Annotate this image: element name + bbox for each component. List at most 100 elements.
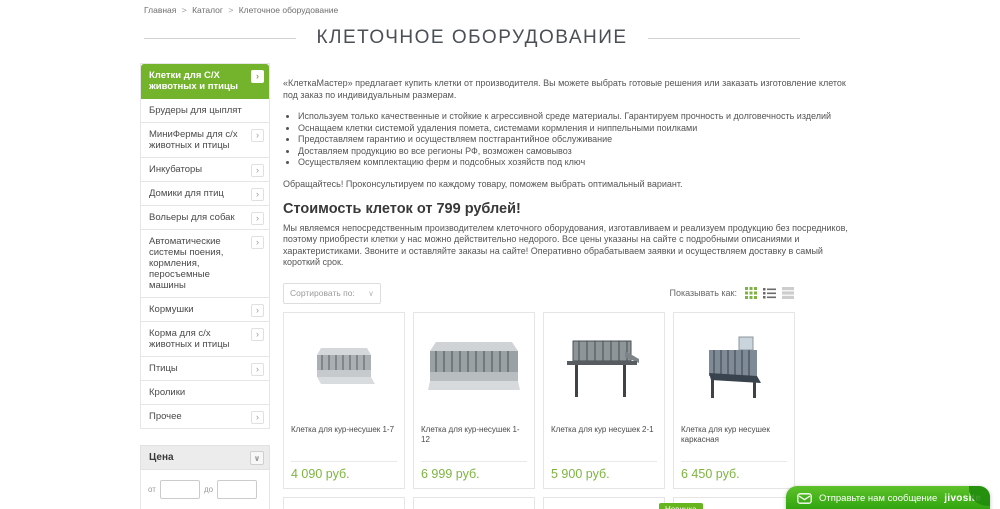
title-decor-line-right — [648, 38, 800, 39]
sidebar-item-dog-enclosures[interactable]: Вольеры для собак › — [141, 206, 269, 230]
sidebar-item-label: Автоматические системы поения, кормления… — [149, 236, 223, 291]
price-to-input[interactable] — [217, 480, 257, 499]
section-heading: Стоимость клеток от 799 рублей! — [283, 201, 848, 217]
feature-list: Используем только качественные и стойкие… — [298, 111, 848, 168]
price-from-label: от — [148, 485, 156, 494]
feature-item: Используем только качественные и стойкие… — [298, 111, 848, 122]
chevron-right-icon[interactable]: › — [251, 236, 264, 249]
product-card[interactable]: Клетка для кур-несушек 1-12 6 999 руб. — [413, 312, 535, 489]
catalog-toolbar: Сортировать по: ∨ Показывать как: — [283, 283, 794, 304]
feature-item: Осуществляем комплектацию ферм и подсобн… — [298, 157, 848, 168]
title-decor-line-left — [144, 38, 296, 39]
table-view-icon[interactable] — [782, 287, 794, 299]
sidebar-item-feed[interactable]: Корма для с/х животных и птицы › — [141, 322, 269, 357]
feature-item: Оснащаем клетки системой удаления помета… — [298, 123, 848, 134]
feature-item: Доставляем продукцию во все регионы РФ, … — [298, 146, 848, 157]
product-card[interactable]: Клетка для кур-несушек 1-7 4 090 руб. — [283, 312, 405, 489]
grid-view-icon[interactable] — [745, 287, 757, 299]
description-paragraph: Мы являемся непосредственным производите… — [283, 223, 848, 269]
sidebar-item-birdhouses[interactable]: Домики для птиц › — [141, 182, 269, 206]
sidebar-item-cages-farm-animals[interactable]: Клетки для С/Х животных и птицы › — [141, 64, 269, 99]
chevron-down-icon: ∨ — [368, 289, 374, 298]
product-card[interactable] — [413, 497, 535, 509]
product-image — [674, 313, 794, 423]
price-filter-header[interactable]: Цена ∨ — [140, 445, 270, 470]
price-to-label: до — [204, 485, 213, 494]
sort-select-label: Сортировать по: — [290, 288, 355, 298]
product-title[interactable]: Клетка для кур несушек 2-1 — [544, 423, 664, 461]
feature-item: Предоставляем гарантию и осуществляем по… — [298, 134, 848, 145]
category-menu: Клетки для С/Х животных и птицы › Брудер… — [140, 63, 270, 429]
product-card[interactable]: Новинка — [673, 497, 795, 509]
chevron-right-icon[interactable]: › — [251, 363, 264, 376]
view-switcher: Показывать как: — [670, 287, 795, 299]
product-card[interactable]: Клетка для кур несушек каркасная 6 450 р… — [673, 312, 795, 489]
list-view-icon[interactable] — [763, 287, 776, 299]
sidebar-item-feeders[interactable]: Кормушки › — [141, 298, 269, 322]
sidebar-item-label: Корма для с/х животных и птицы — [149, 328, 230, 350]
envelope-icon — [797, 493, 812, 504]
sidebar: Клетки для С/Х животных и птицы › Брудер… — [140, 63, 270, 509]
breadcrumb-separator: > — [182, 5, 187, 15]
product-grid: Клетка для кур-несушек 1-7 4 090 руб. Кл… — [283, 312, 797, 489]
price-filter-body: от до — [140, 470, 270, 509]
sidebar-item-label: Птицы — [149, 363, 178, 374]
sidebar-item-automatic-systems[interactable]: Автоматические системы поения, кормления… — [141, 230, 269, 298]
sidebar-item-brooders[interactable]: Брудеры для цыплят — [141, 99, 269, 123]
product-title[interactable]: Клетка для кур-несушек 1-12 — [414, 423, 534, 461]
sort-select[interactable]: Сортировать по: ∨ — [283, 283, 381, 304]
chevron-right-icon[interactable]: › — [251, 70, 264, 83]
price-from-input[interactable] — [160, 480, 200, 499]
sidebar-item-minifarms[interactable]: МиниФермы для с/х животных и птицы › — [141, 123, 269, 158]
product-price: 6 450 руб. — [674, 462, 794, 488]
breadcrumb-current: Клеточное оборудование — [239, 5, 339, 15]
chevron-right-icon[interactable]: › — [251, 304, 264, 317]
product-grid-row2: Новинка — [283, 497, 797, 509]
chat-message: Отправьте нам сообщение — [819, 493, 937, 504]
sidebar-item-label: МиниФермы для с/х животных и птицы — [149, 129, 238, 151]
product-price: 6 999 руб. — [414, 462, 534, 488]
price-filter: Цена ∨ от до — [140, 445, 270, 509]
product-title[interactable]: Клетка для кур несушек каркасная — [674, 423, 794, 461]
sidebar-item-label: Кормушки — [149, 304, 194, 315]
chevron-right-icon[interactable]: › — [251, 164, 264, 177]
chevron-right-icon[interactable]: › — [251, 212, 264, 225]
sidebar-item-label: Кролики — [149, 387, 185, 398]
view-switcher-label: Показывать как: — [670, 288, 738, 298]
chevron-right-icon[interactable]: › — [251, 129, 264, 142]
page-title-row: КЛЕТОЧНОЕ ОБОРУДОВАНИЕ — [144, 27, 800, 49]
sidebar-item-label: Домики для птиц — [149, 188, 224, 199]
product-card[interactable] — [543, 497, 665, 509]
product-price: 5 900 руб. — [544, 462, 664, 488]
sidebar-item-label: Прочее — [149, 411, 182, 422]
sidebar-item-rabbits[interactable]: Кролики — [141, 381, 269, 405]
intro-paragraph: «КлеткаМастер» предлагает купить клетки … — [283, 78, 848, 101]
sidebar-item-incubators[interactable]: Инкубаторы › — [141, 158, 269, 182]
chevron-down-icon[interactable]: ∨ — [250, 451, 264, 465]
sidebar-item-label: Клетки для С/Х животных и птицы — [149, 70, 238, 92]
page-title: КЛЕТОЧНОЕ ОБОРУДОВАНИЕ — [316, 27, 627, 49]
product-image — [544, 313, 664, 423]
sidebar-item-birds[interactable]: Птицы › — [141, 357, 269, 381]
sidebar-item-label: Брудеры для цыплят — [149, 105, 242, 116]
product-title[interactable]: Клетка для кур-несушек 1-7 — [284, 423, 404, 461]
new-badge: Новинка — [659, 503, 703, 509]
sidebar-item-other[interactable]: Прочее › — [141, 405, 269, 429]
chevron-right-icon[interactable]: › — [251, 411, 264, 424]
product-image — [414, 313, 534, 423]
product-card[interactable]: Клетка для кур несушек 2-1 5 900 руб. — [543, 312, 665, 489]
sidebar-item-label: Вольеры для собак — [149, 212, 235, 223]
product-card[interactable] — [283, 497, 405, 509]
product-image — [284, 313, 404, 423]
chat-widget[interactable]: Отправьте нам сообщение jivosite — [786, 486, 990, 509]
product-price: 4 090 руб. — [284, 462, 404, 488]
main-content: «КлеткаМастер» предлагает купить клетки … — [283, 78, 848, 509]
intro-outro: Обращайтесь! Проконсультируем по каждому… — [283, 179, 848, 189]
breadcrumb: Главная > Каталог > Клеточное оборудован… — [144, 5, 338, 15]
chevron-right-icon[interactable]: › — [251, 328, 264, 341]
breadcrumb-home[interactable]: Главная — [144, 5, 176, 15]
breadcrumb-catalog[interactable]: Каталог — [192, 5, 223, 15]
sidebar-item-label: Инкубаторы — [149, 164, 202, 175]
chevron-right-icon[interactable]: › — [251, 188, 264, 201]
breadcrumb-separator: > — [228, 5, 233, 15]
